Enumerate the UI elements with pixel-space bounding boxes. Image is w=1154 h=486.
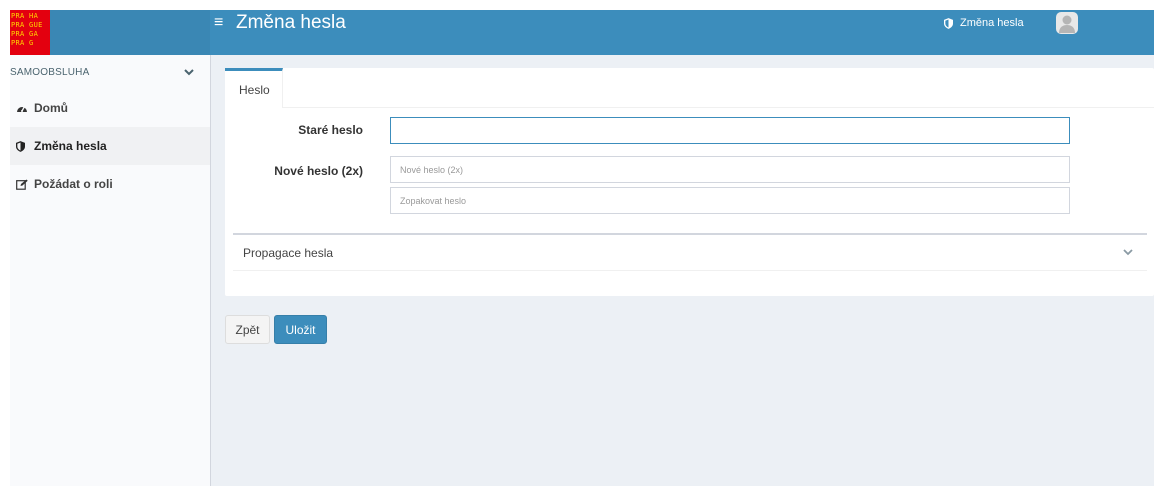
save-button[interactable]: Uložit [274,315,327,344]
shield-icon [944,17,953,29]
page-title: Změna hesla [236,12,346,33]
main-content: Heslo Staré heslo Nové heslo (2x) Propag… [211,55,1154,486]
header-change-password-link[interactable]: Změna hesla [944,15,1024,31]
tab-password[interactable]: Heslo [225,68,283,108]
sidebar-item-label: Změna hesla [34,139,107,153]
shield-icon [16,140,34,152]
logo-area: PRA HA PRA GUE PRA GA PRA G [10,10,210,55]
repeat-password-field[interactable] [390,187,1070,214]
praha-logo[interactable]: PRA HA PRA GUE PRA GA PRA G [10,10,50,55]
old-password-label: Staré heslo [298,123,363,137]
back-button[interactable]: Zpět [225,315,270,344]
chevron-down-icon [184,68,194,75]
sidebar-item-change-password[interactable]: Změna hesla [10,127,210,165]
hamburger-icon[interactable]: ≡ [214,13,223,33]
logo-line: PRA G [11,39,34,47]
old-password-field[interactable] [390,117,1070,144]
sidebar-section-header[interactable]: SAMOOBSLUHA [10,55,210,89]
tab-bar: Heslo [225,68,1154,108]
chevron-down-icon [1123,249,1133,256]
tachometer-icon [16,103,34,113]
sidebar-section-label: SAMOOBSLUHA [10,66,90,78]
propagation-title: Propagace hesla [243,245,334,260]
sidebar-item-label: Domů [34,101,68,115]
header-user-link-label: Změna hesla [960,17,1024,29]
logo-line: PRA GUE [11,21,43,29]
new-password-field[interactable] [390,156,1070,183]
password-propagation-panel[interactable]: Propagace hesla [233,233,1147,271]
sidebar-item-label: Požádat o roli [34,177,113,191]
edit-icon [16,179,34,190]
new-password-label: Nové heslo (2x) [274,164,363,178]
user-avatar-icon[interactable] [1056,12,1078,34]
password-form-box: Heslo Staré heslo Nové heslo (2x) Propag… [225,68,1154,296]
logo-line: PRA HA [11,12,39,20]
sidebar: SAMOOBSLUHA Domů Změna hesla Požádat o r… [10,55,211,486]
sidebar-item-request-role[interactable]: Požádat o roli [10,165,210,203]
sidebar-item-home[interactable]: Domů [10,89,210,127]
logo-line: PRA GA [11,30,39,38]
